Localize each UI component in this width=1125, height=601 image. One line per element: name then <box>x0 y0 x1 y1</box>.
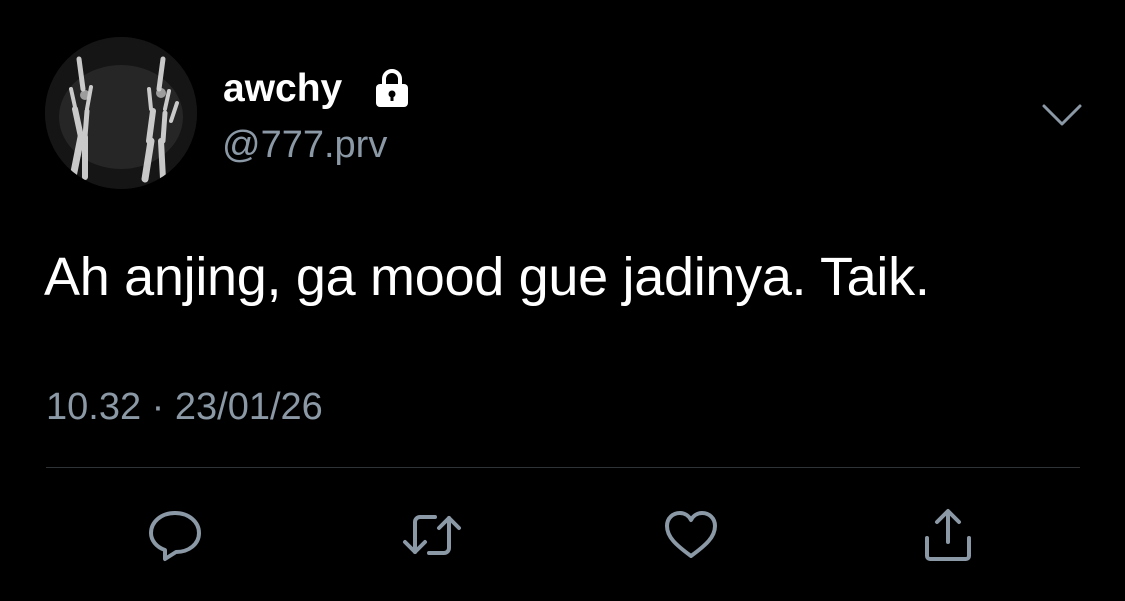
retweet-icon <box>403 515 461 555</box>
reply-button[interactable] <box>144 504 206 566</box>
user-handle[interactable]: @777.prv <box>222 122 387 168</box>
tweet-timestamp[interactable]: 10.32 · 23/01/26 <box>46 384 323 430</box>
reply-icon <box>149 511 201 561</box>
divider <box>46 467 1080 468</box>
tweet-text: Ah anjing, ga mood gue jadinya. Taik. <box>44 247 930 307</box>
chevron-down-icon[interactable] <box>1040 100 1084 130</box>
avatar-image <box>45 37 197 189</box>
lock-icon <box>376 69 408 107</box>
heart-icon <box>665 511 717 558</box>
like-button[interactable] <box>660 504 722 566</box>
share-icon <box>925 509 971 561</box>
avatar[interactable] <box>45 37 197 189</box>
display-name[interactable]: awchy <box>223 66 342 112</box>
share-button[interactable] <box>917 504 979 566</box>
retweet-button[interactable] <box>401 504 463 566</box>
